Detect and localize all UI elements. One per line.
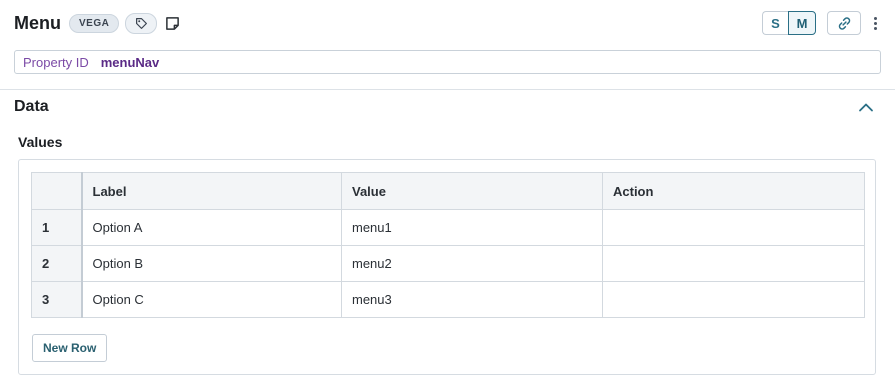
label-cell[interactable]: Option A (81, 209, 342, 246)
values-table: Label Value Action 1 Option A menu1 2 Op… (31, 172, 865, 318)
action-cell[interactable] (602, 245, 865, 282)
table-row: 3 Option C menu3 (31, 281, 865, 318)
label-cell[interactable]: Option B (81, 245, 342, 282)
property-id-value[interactable]: menuNav (101, 55, 160, 70)
label-column-header: Label (81, 172, 342, 210)
property-id-field[interactable]: Property ID menuNav (14, 50, 881, 74)
table-row: 2 Option B menu2 (31, 245, 865, 282)
row-index: 1 (31, 209, 83, 246)
label-cell[interactable]: Option C (81, 281, 342, 318)
values-label: Values (18, 134, 63, 150)
row-index: 3 (31, 281, 83, 318)
new-row-button[interactable]: New Row (32, 334, 108, 362)
chevron-up-icon[interactable] (857, 99, 875, 115)
property-id-label: Property ID (23, 54, 89, 70)
action-cell[interactable] (602, 281, 865, 318)
more-options-icon[interactable] (868, 13, 882, 33)
component-title: Menu (14, 12, 61, 33)
link-icon (838, 16, 850, 30)
note-button[interactable] (163, 14, 181, 32)
action-cell[interactable] (602, 209, 865, 246)
size-medium-button[interactable]: M (788, 11, 816, 35)
tag-button[interactable] (125, 12, 158, 34)
component-header: Menu VEGA (14, 10, 181, 36)
value-cell[interactable]: menu3 (341, 281, 603, 318)
link-button[interactable] (827, 11, 861, 35)
values-panel: Label Value Action 1 Option A menu1 2 Op… (18, 159, 876, 375)
value-cell[interactable]: menu2 (341, 245, 603, 282)
table-header-row: Label Value Action (31, 172, 865, 210)
action-column-header: Action (602, 172, 865, 210)
note-icon (165, 16, 179, 30)
size-toggle: S M (762, 11, 816, 35)
data-section-title[interactable]: Data (14, 98, 49, 116)
table-row: 1 Option A menu1 (31, 209, 865, 246)
value-column-header: Value (341, 172, 603, 210)
section-divider (0, 89, 895, 90)
tag-icon (135, 17, 147, 29)
value-cell[interactable]: menu1 (341, 209, 603, 246)
row-index: 2 (31, 245, 83, 282)
size-small-button[interactable]: S (762, 11, 788, 35)
index-header (31, 172, 83, 210)
vega-badge: VEGA (69, 13, 120, 33)
